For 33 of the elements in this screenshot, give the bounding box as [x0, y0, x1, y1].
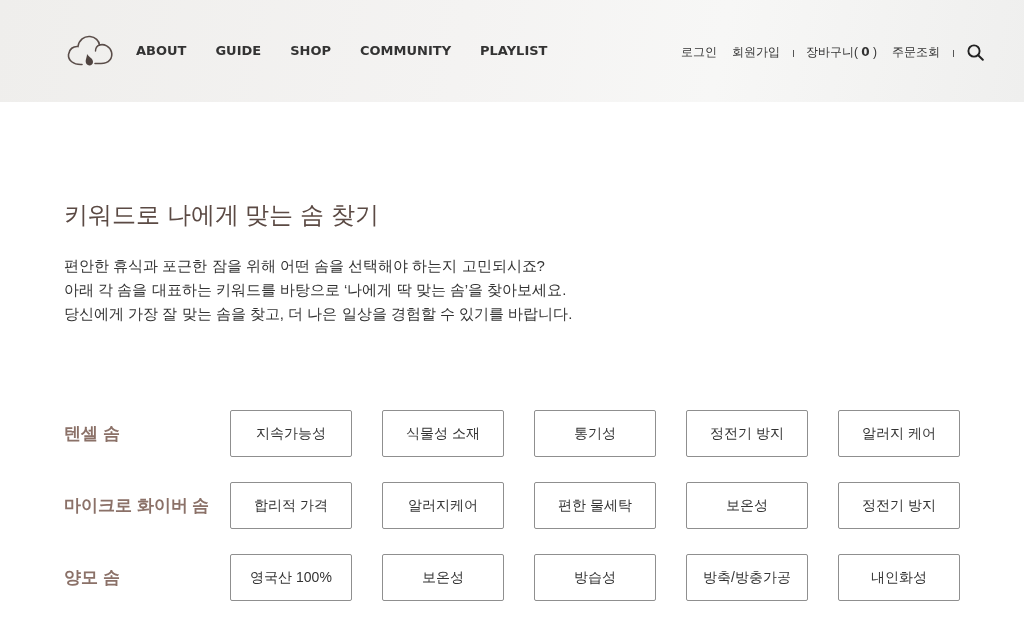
keyword-button[interactable]: 편한 물세탁	[534, 482, 656, 529]
keyword-button[interactable]: 영국산 100%	[230, 554, 352, 601]
category-label: 마이크로 화이버 솜	[64, 495, 211, 517]
keyword-button[interactable]: 합리적 가격	[230, 482, 352, 529]
keyword-button[interactable]: 방습성	[534, 554, 656, 601]
category-label: 양모 솜	[64, 567, 121, 589]
keyword-button[interactable]: 알러지 케어	[838, 410, 960, 457]
keyword-button[interactable]: 내인화성	[838, 554, 960, 601]
header-link[interactable]: 장바구니( 0 )	[805, 43, 877, 61]
nav-link[interactable]: SHOP	[290, 42, 332, 58]
intro-text: 편안한 휴식과 포근한 잠을 위해 어떤 솜을 선택해야 하는지 고민되시죠?	[64, 256, 545, 276]
header-link[interactable]: 주문조회	[892, 43, 940, 61]
keyword-button[interactable]: 방축/방충가공	[686, 554, 808, 601]
keyword-button[interactable]: 식물성 소재	[382, 410, 504, 457]
cloud-logo-icon[interactable]	[66, 34, 114, 68]
keyword-button[interactable]: 알러지케어	[382, 482, 504, 529]
category-label: 텐셀 솜	[64, 423, 121, 445]
page-title: 키워드로 나에게 맞는 솜 찾기	[64, 200, 379, 230]
keyword-button[interactable]: 통기성	[534, 410, 656, 457]
keyword-button[interactable]: 보온성	[686, 482, 808, 529]
keyword-button[interactable]: 정전기 방지	[686, 410, 808, 457]
keyword-button[interactable]: 지속가능성	[230, 410, 352, 457]
nav-link[interactable]: GUIDE	[215, 42, 262, 58]
nav-link[interactable]: COMMUNITY	[360, 42, 452, 58]
nav-link[interactable]: PLAYLIST	[480, 42, 548, 58]
intro-text: 아래 각 솜을 대표하는 키워드를 바탕으로 ‘나에게 딱 맞는 솜’을 찾아보세요.	[64, 280, 567, 300]
header-link[interactable]: 회원가입	[731, 43, 780, 61]
intro-text: 당신에게 가장 잘 맞는 솜을 찾고, 더 나은 일상을 경험할 수 있기를 바랍니다.	[64, 304, 573, 324]
search-icon[interactable]	[966, 43, 984, 61]
keyword-button[interactable]: 정전기 방지	[838, 482, 960, 529]
header-link[interactable]: 로그인	[680, 43, 717, 61]
keyword-button[interactable]: 보온성	[382, 554, 504, 601]
nav-link[interactable]: ABOUT	[136, 42, 187, 58]
